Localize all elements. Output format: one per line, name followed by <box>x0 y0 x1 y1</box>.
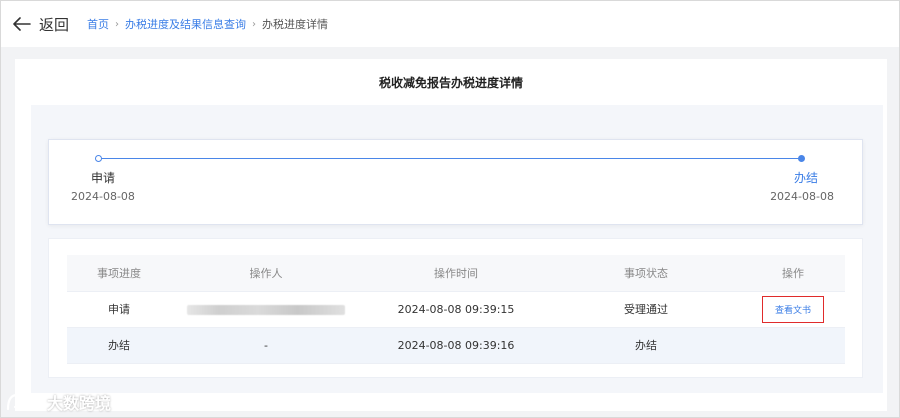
redacted-operator <box>187 304 345 315</box>
cell-time: 2024-08-08 09:39:15 <box>361 291 551 328</box>
back-button[interactable]: 返回 <box>13 14 69 35</box>
table-header-row: 事项进度 操作人 操作时间 事项状态 操作 <box>67 255 845 292</box>
timeline-dot-start <box>95 155 102 162</box>
arrow-left-icon <box>13 17 31 31</box>
column-header-time: 操作时间 <box>361 255 551 292</box>
cell-status: 受理通过 <box>551 291 741 328</box>
cell-operator: - <box>171 327 361 364</box>
table-row: 办结 - 2024-08-08 09:39:16 办结 <box>67 327 845 364</box>
cell-action: 查看文书 <box>741 291 845 328</box>
cell-action <box>741 327 845 364</box>
breadcrumb: 首页 › 办税进度及结果信息查询 › 办税进度详情 <box>87 16 328 32</box>
view-document-link[interactable]: 查看文书 <box>761 295 824 323</box>
progress-table: 事项进度 操作人 操作时间 事项状态 操作 申请 2024-08-08 09:3… <box>67 255 845 364</box>
timeline-step-complete-date: 2024-08-08 <box>770 190 834 203</box>
column-header-progress: 事项进度 <box>67 255 171 292</box>
cell-progress: 办结 <box>67 327 171 364</box>
breadcrumb-query[interactable]: 办税进度及结果信息查询 <box>125 16 246 32</box>
back-label: 返回 <box>39 15 70 34</box>
column-header-action: 操作 <box>741 255 845 292</box>
table-row: 申请 2024-08-08 09:39:15 受理通过 查看文书 <box>67 291 845 328</box>
breadcrumb-home[interactable]: 首页 <box>87 16 109 32</box>
top-bar: 返回 首页 › 办税进度及结果信息查询 › 办税进度详情 <box>1 1 899 47</box>
column-header-operator: 操作人 <box>171 255 361 292</box>
progress-table-panel: 事项进度 操作人 操作时间 事项状态 操作 申请 2024-08-08 09:3… <box>48 238 863 378</box>
watermark-text: 大数跨境 <box>47 394 112 413</box>
cell-time: 2024-08-08 09:39:16 <box>361 327 551 364</box>
chevron-right-icon: › <box>252 18 257 30</box>
timeline-line <box>99 158 799 159</box>
cell-status: 办结 <box>551 327 741 364</box>
watermark: 大数跨境 <box>5 390 111 414</box>
column-header-status: 事项状态 <box>551 255 741 292</box>
cell-progress: 申请 <box>67 291 171 328</box>
watermark-logo-icon <box>6 393 39 411</box>
chevron-right-icon: › <box>115 18 120 30</box>
timeline-step-complete: 办结 <box>793 171 818 185</box>
timeline-step-apply-date: 2024-08-08 <box>71 190 135 203</box>
cell-operator-redacted <box>171 291 361 328</box>
progress-timeline: 申请 2024-08-08 办结 2024-08-08 <box>48 139 863 225</box>
breadcrumb-current: 办税进度详情 <box>262 18 329 31</box>
page-title: 税收减免报告办税进度详情 <box>378 76 523 90</box>
timeline-step-apply: 申请 <box>91 171 116 185</box>
timeline-dot-end <box>798 155 805 162</box>
